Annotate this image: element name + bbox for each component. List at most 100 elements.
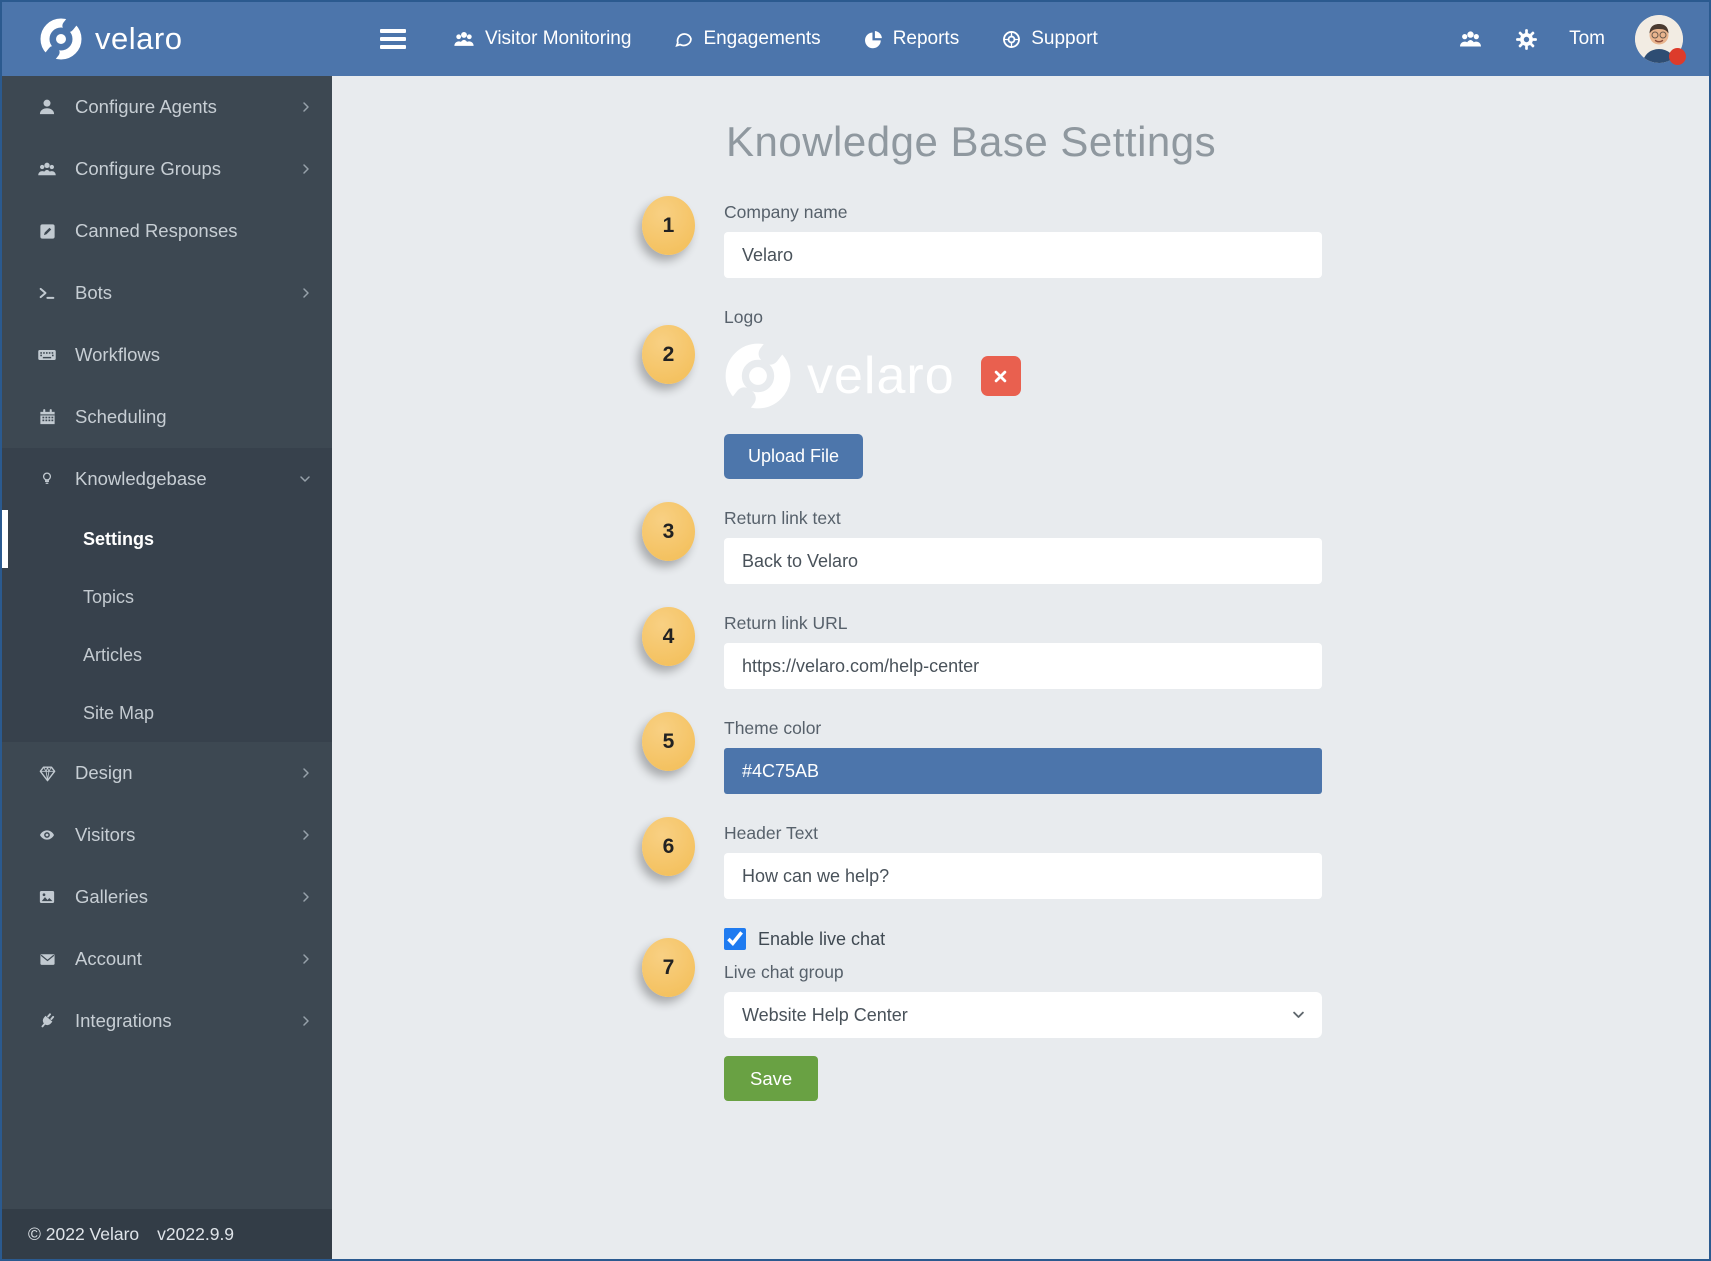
sidebar-item-label: Knowledgebase — [75, 468, 207, 489]
x-icon — [993, 369, 1008, 384]
gear-icon[interactable] — [1514, 27, 1539, 52]
theme-color-input[interactable] — [724, 748, 1322, 794]
header-text-group: 6 Header Text — [642, 817, 1322, 899]
gem-icon — [35, 764, 59, 783]
live-chat-group: 7 Enable live chat Live chat group Websi… — [642, 928, 1322, 1038]
return-link-url-input[interactable] — [724, 643, 1322, 689]
version-text: v2022.9.9 — [157, 1223, 235, 1244]
sidebar-item-canned-responses[interactable]: Canned Responses — [2, 200, 332, 262]
step-badge-3: 3 — [642, 502, 695, 561]
sidebar-item-workflows[interactable]: Workflows — [2, 324, 332, 386]
logo-label: Logo — [724, 307, 763, 327]
sidebar-subitem-topics[interactable]: Topics — [2, 568, 332, 626]
header-text-input[interactable] — [724, 853, 1322, 899]
people-icon[interactable] — [1457, 27, 1484, 51]
sidebar-subitem-label: Site Map — [83, 702, 155, 723]
knowledgebase-section: Knowledgebase Settings Topics Articles S… — [2, 448, 332, 742]
sidebar-item-label: Visitors — [75, 824, 136, 845]
nav-support[interactable]: Support — [1001, 28, 1098, 50]
sidebar-item-label: Account — [75, 948, 142, 969]
chevron-down-icon — [298, 473, 312, 485]
sidebar-item-configure-agents[interactable]: Configure Agents — [2, 76, 332, 138]
live-chat-group-label: Live chat group — [724, 962, 844, 982]
lightbulb-icon — [35, 469, 59, 489]
sidebar-item-label: Integrations — [75, 1010, 172, 1031]
nav-visitor-monitoring[interactable]: Visitor Monitoring — [452, 28, 631, 50]
sidebar-item-label: Design — [75, 762, 133, 783]
sidebar-item-label: Canned Responses — [75, 220, 238, 241]
nav-item-label: Engagements — [703, 28, 821, 49]
chevron-right-icon — [300, 162, 312, 176]
live-chat-group-select[interactable]: Website Help Center — [724, 992, 1322, 1038]
chevron-right-icon — [300, 890, 312, 904]
keyboard-icon — [35, 345, 59, 365]
uploaded-logo-image: velaro — [724, 342, 955, 410]
sidebar-item-scheduling[interactable]: Scheduling — [2, 386, 332, 448]
company-name-group: 1 Company name — [642, 196, 1322, 278]
logo-wordmark: velaro — [807, 347, 955, 405]
chevron-right-icon — [300, 286, 312, 300]
main-content: Knowledge Base Settings 1 Company name 2… — [332, 76, 1709, 1259]
sidebar-item-bots[interactable]: Bots — [2, 262, 332, 324]
status-dot — [1669, 48, 1686, 65]
sidebar-item-label: Bots — [75, 282, 113, 303]
chat-bubble-icon — [673, 29, 694, 50]
save-button[interactable]: Save — [724, 1056, 819, 1101]
velaro-swirl-icon — [40, 18, 82, 60]
calendar-icon — [35, 407, 59, 427]
sidebar-item-integrations[interactable]: Integrations — [2, 990, 332, 1052]
sidebar-subitem-settings[interactable]: Settings — [2, 510, 332, 568]
hamburger-menu-icon[interactable] — [380, 29, 406, 49]
company-name-input[interactable] — [724, 232, 1322, 278]
chevron-right-icon — [300, 100, 312, 114]
user-icon — [35, 97, 59, 117]
sidebar-subitem-site-map[interactable]: Site Map — [2, 684, 332, 742]
nav-item-label: Reports — [892, 28, 960, 49]
return-link-text-group: 3 Return link text — [642, 502, 1322, 584]
user-avatar[interactable] — [1635, 15, 1686, 65]
plug-icon — [35, 1011, 59, 1031]
top-navbar: velaro Visitor Monitoring Engagements Re… — [2, 2, 1709, 76]
sidebar-item-visitors[interactable]: Visitors — [2, 804, 332, 866]
sidebar-item-label: Scheduling — [75, 406, 167, 427]
sidebar-item-knowledgebase[interactable]: Knowledgebase — [2, 448, 332, 510]
nav-engagements[interactable]: Engagements — [673, 28, 821, 50]
return-link-url-group: 4 Return link URL — [642, 607, 1322, 689]
enable-live-chat-checkbox[interactable] — [724, 928, 746, 950]
header-text-label: Header Text — [724, 823, 819, 843]
sidebar-item-account[interactable]: Account — [2, 928, 332, 990]
nav-reports[interactable]: Reports — [863, 28, 960, 50]
upload-file-button[interactable]: Upload File — [724, 434, 864, 479]
step-badge-4: 4 — [642, 607, 695, 666]
page-title: Knowledge Base Settings — [726, 118, 1217, 165]
company-name-label: Company name — [724, 202, 848, 222]
enable-live-chat-label: Enable live chat — [758, 928, 886, 949]
image-icon — [35, 888, 59, 906]
step-badge-6: 6 — [642, 817, 695, 876]
life-ring-icon — [1001, 29, 1022, 50]
remove-logo-button[interactable] — [980, 356, 1021, 396]
pie-chart-icon — [863, 29, 884, 50]
eye-icon — [35, 827, 59, 843]
sidebar: Configure Agents Configure Groups Canned… — [2, 76, 332, 1259]
nav-item-label: Visitor Monitoring — [485, 28, 632, 49]
navbar-right: Tom — [1457, 15, 1709, 65]
brand-logo[interactable]: velaro — [2, 18, 332, 60]
return-link-url-label: Return link URL — [724, 613, 848, 633]
nav-item-label: Support — [1031, 28, 1098, 49]
return-link-text-input[interactable] — [724, 538, 1322, 584]
return-link-text-label: Return link text — [724, 508, 841, 528]
app-window: velaro Visitor Monitoring Engagements Re… — [0, 0, 1711, 1261]
sidebar-item-design[interactable]: Design — [2, 742, 332, 804]
sidebar-item-label: Galleries — [75, 886, 148, 907]
sidebar-subitem-articles[interactable]: Articles — [2, 626, 332, 684]
sidebar-item-configure-groups[interactable]: Configure Groups — [2, 138, 332, 200]
sidebar-item-galleries[interactable]: Galleries — [2, 866, 332, 928]
primary-nav: Visitor Monitoring Engagements Reports S… — [452, 28, 1098, 50]
sidebar-item-label: Configure Groups — [75, 158, 222, 179]
chevron-right-icon — [300, 766, 312, 780]
step-badge-2: 2 — [642, 325, 695, 384]
chevron-right-icon — [300, 1014, 312, 1028]
step-badge-5: 5 — [642, 712, 695, 771]
sidebar-subitem-label: Topics — [83, 586, 135, 607]
